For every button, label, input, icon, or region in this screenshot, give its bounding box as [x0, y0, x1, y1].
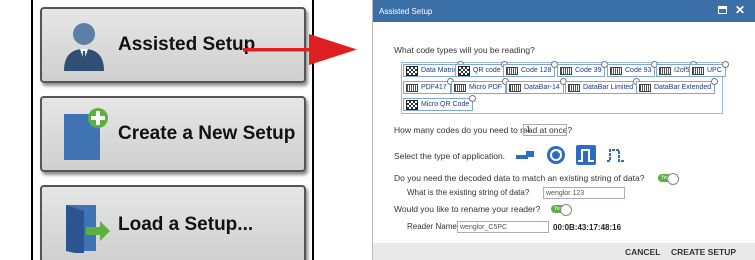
assisted-setup-label: Assisted Setup — [118, 34, 256, 55]
mac-address: 00:0B:43:17:48:16 — [553, 223, 622, 232]
code-chip-qr[interactable]: QR code — [455, 61, 508, 77]
code-chip-code39[interactable]: Code 39 — [557, 61, 609, 77]
match-data-toggle[interactable]: Yes — [658, 173, 679, 185]
pulse-selected-icon[interactable] — [576, 145, 596, 165]
application-type-question: Select the type of application. — [394, 151, 506, 161]
dialog-header: Assisted Setup ✕ — [373, 0, 755, 22]
barcode-icon — [406, 83, 418, 92]
existing-string-question: What is the existing string of data? — [407, 188, 530, 197]
data-matrix-icon — [406, 65, 418, 76]
barcode-icon — [639, 83, 651, 92]
code-chip-micro-qr[interactable]: Micro QR Code — [403, 95, 477, 111]
pointer-arrow — [243, 34, 357, 65]
code-chip-code128[interactable]: Code 128 — [503, 61, 559, 77]
barcode-icon — [509, 83, 521, 92]
load-setup-button[interactable]: Load a Setup... — [40, 185, 306, 260]
match-data-question: Do you need the decoded data to match an… — [394, 173, 645, 183]
barcode-icon — [568, 83, 580, 92]
create-new-setup-button[interactable]: Create a New Setup — [40, 96, 306, 172]
code-chip-pdf417[interactable]: PDF417 — [403, 78, 454, 94]
conveyor-icon[interactable] — [516, 145, 536, 165]
code-count-input[interactable]: 1 — [523, 124, 567, 136]
code-chip-databar-limited[interactable]: DataBar Limited — [565, 78, 641, 94]
create-setup-button[interactable]: CREATE SETUP — [671, 247, 736, 257]
load-setup-label: Load a Setup... — [118, 214, 254, 235]
code-chip-micro-pdf[interactable]: Micro PDF — [451, 78, 510, 94]
reader-name-label: Reader Name — [407, 222, 457, 231]
code-types-box: Data Matrix QR code Code 128 Code 39 Cod… — [401, 61, 729, 114]
code-types-question: What code types will you be reading? — [394, 45, 535, 55]
code-chip-databar-extended[interactable]: DataBar Extended — [636, 78, 719, 94]
pulse-icon[interactable] — [606, 145, 626, 165]
open-door-icon — [56, 197, 112, 255]
code-chip-code93[interactable]: Code 93 — [607, 61, 659, 77]
code-chip-i2of5[interactable]: I2of5 — [656, 61, 697, 77]
barcode-icon — [610, 66, 622, 75]
barcode-icon — [692, 66, 704, 75]
close-icon[interactable]: ✕ — [735, 4, 745, 16]
micro-qr-icon — [406, 99, 418, 110]
rename-reader-toggle[interactable]: Yes — [551, 204, 572, 216]
new-document-icon — [56, 106, 112, 162]
assisted-setup-dialog: Assisted Setup ✕ What code types will yo… — [372, 0, 755, 260]
create-new-setup-label: Create a New Setup — [118, 123, 296, 144]
cancel-button[interactable]: CANCEL — [625, 247, 660, 257]
rotation-icon[interactable] — [546, 145, 566, 165]
barcode-icon — [560, 66, 572, 75]
dialog-footer: CANCEL CREATE SETUP — [373, 243, 755, 260]
barcode-icon — [454, 83, 466, 92]
existing-string-input[interactable]: wenglor 123 — [543, 187, 625, 199]
barcode-icon — [659, 66, 671, 75]
qr-code-icon — [458, 65, 470, 76]
code-chip-data-matrix[interactable]: Data Matrix — [403, 61, 464, 77]
barcode-icon — [506, 66, 518, 75]
reader-name-input[interactable]: wenglor_C5PC — [457, 221, 549, 233]
code-chip-upc[interactable]: UPC — [689, 61, 729, 77]
user-icon — [56, 17, 112, 73]
dialog-title: Assisted Setup — [379, 6, 433, 16]
rename-reader-question: Would you like to rename your reader? — [394, 204, 541, 214]
code-chip-databar14[interactable]: DataBar-14 — [506, 78, 567, 94]
maximize-icon[interactable] — [717, 6, 727, 14]
